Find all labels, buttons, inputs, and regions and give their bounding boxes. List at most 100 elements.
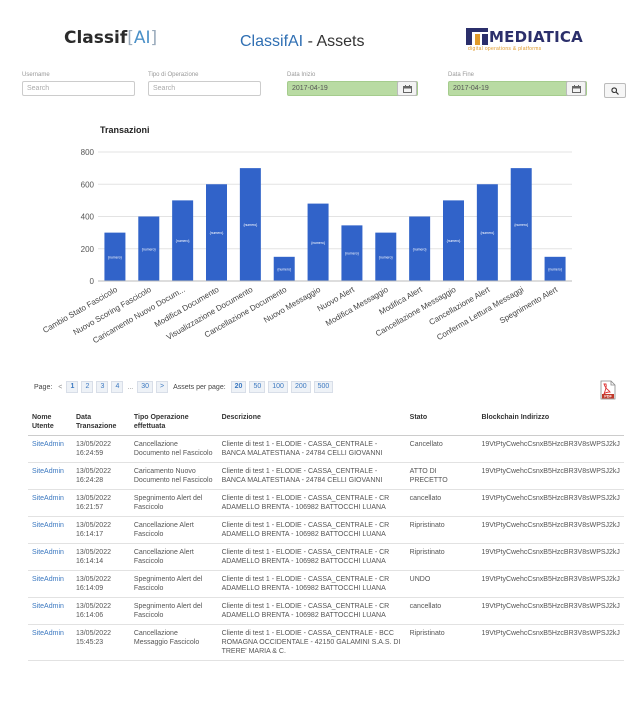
bar-data-label: {numero} [480, 231, 495, 235]
cell-operation: Spegnimento Alert del Fascicolo [129, 597, 218, 625]
col-blockchain-indirizzo[interactable]: Blockchain Indirizzo [477, 410, 624, 436]
y-tick-label: 400 [81, 213, 95, 222]
cell-status: UNDO [405, 570, 478, 598]
per-page-100-button[interactable]: 100 [268, 381, 288, 393]
data-fine-input[interactable]: 2017-04-19 [448, 81, 587, 96]
cell-user-link[interactable]: SiteAdmin [28, 543, 72, 571]
table-header-row: Nome Utente Data Transazione Tipo Operaz… [28, 410, 624, 436]
page-3-button[interactable]: 3 [96, 381, 109, 393]
cell-operation: Caricamento Nuovo Documento nel Fascicol… [129, 462, 218, 490]
username-label: Username [22, 72, 50, 78]
mediatica-tagline: digital operations & platforms [468, 46, 542, 52]
page-title-app: ClassifAI [240, 33, 304, 50]
page-title: ClassifAI - Assets [240, 33, 364, 51]
cell-user-link[interactable]: SiteAdmin [28, 597, 72, 625]
cell-status: cancellato [405, 489, 478, 517]
page-title-page: Assets [316, 33, 365, 50]
page-title-sep: - [303, 33, 317, 50]
cell-operation: Spegnimento Alert del Fascicolo [129, 489, 218, 517]
tipo-label: Tipo di Operazione [148, 72, 199, 78]
table-row: SiteAdmin 13/05/2022 15:45:23 Cancellazi… [28, 624, 624, 661]
cell-description: Cliente di test 1 - ELODIE - CASSA_CENTR… [217, 543, 406, 571]
cell-user-link[interactable]: SiteAdmin [28, 516, 72, 544]
bar-data-label: {numero} [176, 239, 191, 243]
pagination: Page: < 1 2 3 4 ... 30 > Assets per page… [32, 380, 334, 394]
header: Classif[AI] ClassifAI - Assets MEDIATICA… [0, 0, 640, 64]
pager-ellipsis: ... [127, 383, 134, 391]
page-1-button[interactable]: 1 [66, 381, 79, 393]
cell-blockchain-address: 19VtPtyCwehcCsnxB5HzcBR3V8sWPSJ2kJ [477, 624, 624, 661]
search-button[interactable] [604, 83, 626, 98]
page-4-button[interactable]: 4 [111, 381, 124, 393]
svg-text:PDF: PDF [604, 395, 612, 399]
logo-text: Classif [64, 28, 128, 48]
table-row: SiteAdmin 13/05/2022 16:24:28 Caricament… [28, 462, 624, 490]
data-inizio-value: 2017-04-19 [292, 85, 328, 92]
y-tick-label: 0 [90, 277, 95, 286]
cell-user-link[interactable]: SiteAdmin [28, 570, 72, 598]
cell-operation: Cancellazione Messaggio Fascicolo [129, 624, 218, 661]
col-nome-utente[interactable]: Nome Utente [28, 410, 72, 436]
cell-user-link[interactable]: SiteAdmin [28, 435, 72, 463]
bar-data-label: {numero} [243, 223, 258, 227]
mediatica-logo: MEDIATICA digital operations & platforms [466, 26, 583, 52]
cell-user-link[interactable]: SiteAdmin [28, 489, 72, 517]
bar-data-label: {numero} [548, 267, 563, 271]
cell-blockchain-address: 19VtPtyCwehcCsnxB5HzcBR3V8sWPSJ2kJ [477, 489, 624, 517]
cell-status: Ripristinato [405, 543, 478, 571]
col-tipo-operazione[interactable]: Tipo Operazione effettuata [129, 410, 218, 436]
cell-date: 13/05/2022 15:45:23 [71, 624, 130, 661]
cell-blockchain-address: 19VtPtyCwehcCsnxB5HzcBR3V8sWPSJ2kJ [477, 462, 624, 490]
bar-data-label: {numero} [142, 247, 157, 251]
bar-data-label: {numero} [277, 267, 292, 271]
page-label: Page: [34, 383, 53, 391]
y-tick-label: 800 [81, 148, 95, 157]
table-row: SiteAdmin 13/05/2022 16:14:17 Cancellazi… [28, 516, 624, 544]
data-fine-label: Data Fine [448, 72, 475, 78]
calendar-icon[interactable] [566, 81, 586, 96]
bar-data-label: {numero} [108, 255, 123, 259]
cell-status: cancellato [405, 597, 478, 625]
cell-description: Cliente di test 1 - ELODIE - CASSA_CENTR… [217, 489, 406, 517]
prev-page-button[interactable]: < [57, 384, 63, 391]
col-data-transazione[interactable]: Data Transazione [71, 410, 130, 436]
cell-description: Cliente di test 1 - ELODIE - CASSA_CENTR… [217, 570, 406, 598]
col-descrizione[interactable]: Descrizione [217, 410, 406, 436]
cell-description: Cliente di test 1 - ELODIE - CASSA_CENTR… [217, 516, 406, 544]
cell-date: 13/05/2022 16:24:59 [71, 435, 130, 463]
per-page-500-button[interactable]: 500 [313, 381, 334, 393]
data-inizio-filter: Data Inizio 2017-04-19 [287, 72, 418, 96]
cell-date: 13/05/2022 16:24:28 [71, 462, 130, 490]
page-2-button[interactable]: 2 [81, 381, 94, 393]
cell-date: 13/05/2022 16:14:17 [71, 516, 130, 544]
cell-status: ATTO DI PRECETTO [405, 462, 478, 490]
cell-user-link[interactable]: SiteAdmin [28, 462, 72, 490]
page-last-button[interactable]: 30 [137, 381, 154, 393]
cell-user-link[interactable]: SiteAdmin [28, 624, 72, 661]
calendar-icon[interactable] [397, 81, 417, 96]
mediatica-mark-icon [466, 28, 488, 45]
cell-description: Cliente di test 1 - ELODIE - CASSA_CENTR… [217, 624, 406, 661]
bar-data-label: {numero} [345, 252, 360, 256]
next-page-button[interactable]: > [156, 381, 169, 393]
cell-description: Cliente di test 1 - ELODIE - CASSA_CENTR… [217, 435, 406, 463]
per-page-label: Assets per page: [173, 383, 226, 391]
transazioni-bar-chart: 0200400600800{numero}Cambio Stato Fascic… [41, 148, 572, 345]
per-page-200-button[interactable]: 200 [290, 381, 311, 393]
mediatica-wordmark: MEDIATICA [489, 28, 583, 46]
per-page-20-button[interactable]: 20 [230, 381, 247, 393]
per-page-50-button[interactable]: 50 [249, 381, 266, 393]
col-stato[interactable]: Stato [405, 410, 478, 436]
cell-blockchain-address: 19VtPtyCwehcCsnxB5HzcBR3V8sWPSJ2kJ [477, 570, 624, 598]
data-inizio-input[interactable]: 2017-04-19 [287, 81, 418, 96]
chart-title: Transazioni [100, 125, 150, 135]
pdf-export-icon[interactable]: PDF [599, 380, 617, 400]
bar-data-label: {numero} [447, 239, 462, 243]
cell-operation: Cancellazione Alert Fascicolo [129, 543, 218, 571]
username-filter: Username Search [22, 72, 135, 96]
data-inizio-label: Data Inizio [287, 72, 316, 78]
data-fine-value: 2017-04-19 [453, 85, 489, 92]
tipo-input[interactable]: Search [148, 81, 261, 96]
username-input[interactable]: Search [22, 81, 135, 96]
table-row: SiteAdmin 13/05/2022 16:24:59 Cancellazi… [28, 435, 624, 463]
